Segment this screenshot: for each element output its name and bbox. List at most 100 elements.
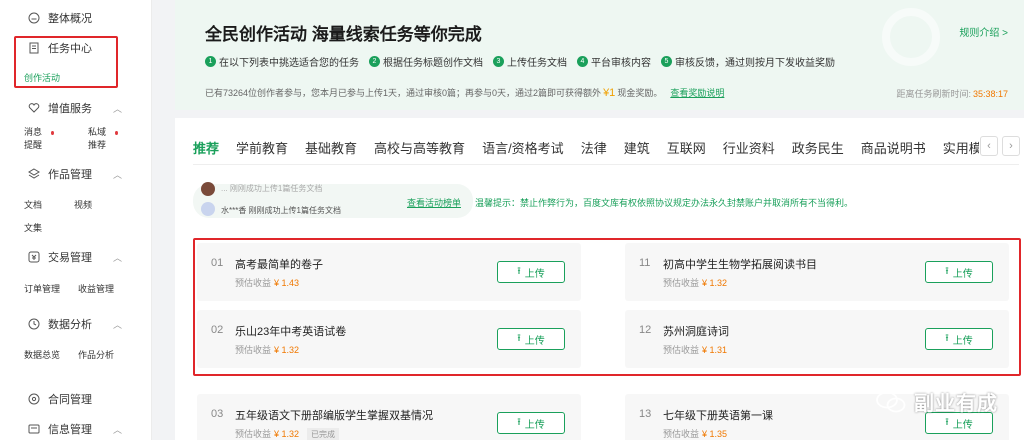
tab-higher-edu[interactable]: 高校与高等教育 <box>374 138 465 157</box>
nav-sub-video[interactable]: 视频 <box>74 198 92 211</box>
task-earnings: 预估收益 ¥ 1.32 已完成 <box>235 427 340 440</box>
watermark-text: 副业有成 <box>914 393 998 415</box>
tab-basic-edu[interactable]: 基础教育 <box>305 138 357 157</box>
tab-architecture[interactable]: 建筑 <box>624 138 650 157</box>
step-number: 1 <box>205 56 216 67</box>
participation-stats: 已有73264位创作者参与，您本月已参与上传1天，通过审核0篇；再参与0天，通过… <box>205 86 724 99</box>
chevron-up-icon: ︿ <box>112 319 122 330</box>
nav-works[interactable]: 作品管理 ︿ <box>0 163 152 185</box>
nav-value-service-label: 增值服务 <box>48 103 92 115</box>
earnings-label: 预估收益 <box>663 429 700 439</box>
nav-sub-message-reminder[interactable]: 消息提醒 <box>24 125 49 151</box>
upload-button[interactable]: ⭱ 上传 <box>497 412 565 434</box>
nav-sub-earnings[interactable]: 收益管理 <box>78 282 114 295</box>
tab-government[interactable]: 政务民生 <box>792 138 844 157</box>
stats-reward: ¥1 <box>603 86 616 99</box>
nav-sub-orders[interactable]: 订单管理 <box>24 282 60 295</box>
step-text: 审核反馈，通过则按月下发收益奖励 <box>675 58 835 69</box>
trade-icon <box>28 251 40 263</box>
nav-overview[interactable]: 整体概况 <box>0 7 152 29</box>
tab-recommend[interactable]: 推荐 <box>193 138 219 157</box>
nav-sub-data-overview[interactable]: 数据总览 <box>24 348 60 361</box>
task-index: 03 <box>211 408 224 420</box>
countdown-label: 距离任务刷新时间: <box>896 89 971 99</box>
feed-line-1: ... 刚刚成功上传1篇任务文档 <box>221 184 323 193</box>
tab-law[interactable]: 法律 <box>581 138 607 157</box>
nav-overview-label: 整体概况 <box>48 13 92 25</box>
highlight-box-sidebar <box>14 36 118 88</box>
nav-analytics[interactable]: 数据分析 ︿ <box>0 313 152 335</box>
nav-contract[interactable]: 合同管理 <box>0 388 152 410</box>
earnings-value: ¥ 1.32 <box>274 429 300 439</box>
category-tabs: 推荐 学前教育 基础教育 高校与高等教育 语言/资格考试 法律 建筑 互联网 行… <box>193 138 979 157</box>
contract-icon <box>28 393 40 405</box>
highlight-box-tasks <box>193 238 1021 376</box>
nav-trade-label: 交易管理 <box>48 252 92 264</box>
reward-info-link[interactable]: 查看奖励说明 <box>670 86 724 99</box>
chevron-up-icon: ︿ <box>112 424 122 435</box>
nav-value-service[interactable]: 增值服务 ︿ <box>0 97 152 119</box>
dashboard-icon <box>28 12 40 24</box>
nav-value-subs: 消息提醒 私域推荐 <box>0 125 152 151</box>
tab-manual[interactable]: 商品说明书 <box>861 138 926 157</box>
leaderboard-link[interactable]: 查看活动榜单 <box>407 196 461 209</box>
step-3: 3 上传任务文档 <box>493 54 567 69</box>
step-4: 4 平台审核内容 <box>577 54 651 69</box>
task-earnings: 预估收益 ¥ 1.35 <box>663 427 727 440</box>
nav-trade-subs: 订单管理 收益管理 <box>0 278 152 298</box>
layers-icon <box>28 168 40 180</box>
stats-text: 已有73264位创作者参与，您本月已参与上传1天，通过审核0篇；再参与0天，通过… <box>205 88 602 98</box>
nav-trade[interactable]: 交易管理 ︿ <box>0 246 152 268</box>
tab-internet[interactable]: 互联网 <box>667 138 706 157</box>
tabs-divider <box>193 164 1019 165</box>
clock-icon <box>28 318 40 330</box>
nav-contract-label: 合同管理 <box>48 394 92 406</box>
earnings-label: 预估收益 <box>235 429 272 439</box>
tab-preschool[interactable]: 学前教育 <box>236 138 288 157</box>
nav-sub-works-analysis[interactable]: 作品分析 <box>78 348 114 361</box>
nav-works-subs2: 文集 <box>0 217 152 237</box>
nav-info[interactable]: 信息管理 ︿ <box>0 418 152 440</box>
step-text: 在以下列表中挑选适合您的任务 <box>219 58 359 69</box>
nav-sub-private-recommend[interactable]: 私域推荐 <box>88 125 113 151</box>
warning-tip: 温馨提示：禁止作弊行为，百度文库有权依照协议规定办法永久封禁账户并取消所有不当得… <box>475 198 854 208</box>
nav-works-subs: 文档 视频 <box>0 194 152 214</box>
task-title[interactable]: 七年级下册英语第一课 <box>663 407 773 423</box>
tab-industry[interactable]: 行业资料 <box>723 138 775 157</box>
step-5: 5 审核反馈，通过则按月下发收益奖励 <box>661 54 835 69</box>
rules-link[interactable]: 规则介绍 > <box>959 24 1008 39</box>
refresh-countdown: 距离任务刷新时间: 35:38:17 <box>896 87 1008 100</box>
chevron-right-icon: › <box>1009 140 1013 152</box>
task-title[interactable]: 五年级语文下册部编版学生掌握双基情况 <box>235 407 433 423</box>
chevron-up-icon: ︿ <box>112 252 122 263</box>
avatar <box>201 202 215 216</box>
tab-templates[interactable]: 实用模板 <box>943 138 979 157</box>
tab-language-exam[interactable]: 语言/资格考试 <box>482 138 564 157</box>
wechat-icon <box>876 391 906 412</box>
upload-label: 上传 <box>952 419 973 431</box>
step-number: 2 <box>369 56 380 67</box>
notification-dot <box>115 131 118 135</box>
chevron-up-icon: ︿ <box>112 169 122 180</box>
step-text: 根据任务标题创作文档 <box>383 58 483 69</box>
tabs-prev-button[interactable]: ‹ <box>980 136 998 156</box>
steps-row: 1 在以下列表中挑选适合您的任务 2 根据任务标题创作文档 3 上传任务文档 4 平台审… <box>205 54 845 69</box>
notification-dot <box>51 131 54 135</box>
task-row: 03 五年级语文下册部编版学生掌握双基情况 预估收益 ¥ 1.32 已完成 ⭱ 上传 <box>197 394 581 440</box>
nav-analytics-subs: 数据总览 作品分析 <box>0 344 152 364</box>
feed-line-2: 水***香 刚刚成功上传1篇任务文档 <box>221 206 342 215</box>
stats-suffix: 现金奖励。 <box>617 88 663 98</box>
countdown-value: 35:38:17 <box>972 89 1008 99</box>
banner-decoration <box>882 8 940 66</box>
nav-analytics-label: 数据分析 <box>48 319 92 331</box>
step-text: 平台审核内容 <box>591 58 651 69</box>
upload-label: 上传 <box>524 419 545 431</box>
task-panel: 推荐 学前教育 基础教育 高校与高等教育 语言/资格考试 法律 建筑 互联网 行… <box>175 118 1024 440</box>
tabs-next-button[interactable]: › <box>1002 136 1020 156</box>
nav-sub-document[interactable]: 文档 <box>24 198 42 211</box>
completed-badge: 已完成 <box>307 428 340 440</box>
earnings-value: ¥ 1.35 <box>702 429 728 439</box>
step-1: 1 在以下列表中挑选适合您的任务 <box>205 54 359 69</box>
sidebar: 整体概况 任务中心 创作活动 增值服务 ︿ 消息提醒 私域推荐 作品管理 ︿ 文… <box>0 0 152 440</box>
nav-sub-collection[interactable]: 文集 <box>24 221 42 234</box>
